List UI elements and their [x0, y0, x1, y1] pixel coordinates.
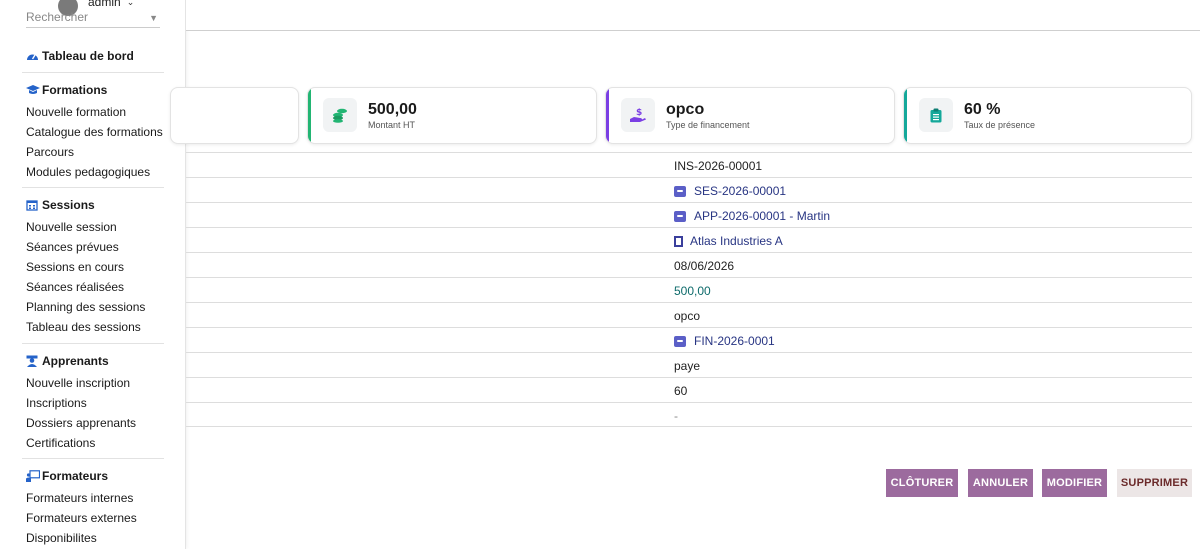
search-placeholder: Rechercher — [26, 10, 89, 24]
section-title: Formateurs — [42, 469, 109, 483]
cancel-button[interactable]: ANNULER — [968, 469, 1033, 497]
detail-value: 500,00 — [674, 284, 711, 298]
divider — [22, 343, 164, 344]
dashboard-icon — [26, 50, 39, 62]
apprenant-link[interactable]: APP-2026-00001 - Martin — [674, 209, 830, 223]
record-icon — [674, 335, 686, 347]
sidebar-item-sessions-en-cours[interactable]: Sessions en cours — [26, 260, 124, 274]
sidebar-item-catalogue-formations[interactable]: Catalogue des formations — [26, 125, 163, 139]
sidebar-section-formateurs: Formateurs — [26, 469, 108, 483]
sidebar-item-disponibilites[interactable]: Disponibilites — [26, 531, 97, 545]
divider — [22, 187, 164, 188]
table-row: opco — [186, 302, 1192, 327]
chevron-down-icon: ⌄ — [126, 0, 135, 7]
table-row: SES-2026-00001 — [186, 177, 1192, 202]
table-row: APP-2026-00001 - Martin — [186, 202, 1192, 227]
card-label: Taux de présence — [964, 120, 1036, 130]
detail-value: opco — [674, 309, 701, 323]
record-icon — [674, 185, 686, 197]
top-bar — [186, 0, 1200, 31]
user-name: admin — [88, 0, 121, 9]
divider — [22, 72, 164, 73]
close-button[interactable]: CLÔTURER — [886, 469, 958, 497]
sidebar: admin ⌄ Rechercher ▼ Tableau de bord For… — [0, 0, 186, 549]
student-icon — [26, 355, 39, 367]
hand-money-icon: $ — [621, 98, 655, 132]
edit-button[interactable]: MODIFIER — [1042, 469, 1107, 497]
card-label: Type de financement — [666, 120, 750, 130]
sidebar-item-inscriptions[interactable]: Inscriptions — [26, 396, 87, 410]
detail-value: 60 — [674, 384, 688, 398]
sidebar-item-planning-sessions[interactable]: Planning des sessions — [26, 300, 145, 314]
search-select[interactable]: Rechercher ▼ — [26, 10, 160, 28]
sidebar-section-formations: Formations — [26, 83, 107, 97]
sidebar-item-dossiers-apprenants[interactable]: Dossiers apprenants — [26, 416, 136, 430]
card-value: 60 % — [964, 101, 1001, 118]
table-row: 60 — [186, 377, 1192, 402]
card-accent-bar — [308, 88, 311, 143]
section-title: Sessions — [42, 198, 95, 212]
card-accent-bar — [904, 88, 907, 143]
sidebar-section-sessions: Sessions — [26, 198, 95, 212]
sidebar-item-formateurs-externes[interactable]: Formateurs externes — [26, 511, 137, 525]
sidebar-item-modules-pedagogiques[interactable]: Modules pedagogiques — [26, 165, 150, 179]
sidebar-label: Tableau de bord — [42, 49, 134, 63]
coins-icon — [323, 98, 357, 132]
table-row: 08/06/2026 — [186, 252, 1192, 277]
sidebar-item-nouvelle-inscription[interactable]: Nouvelle inscription — [26, 376, 130, 390]
caret-down-icon: ▼ — [149, 13, 158, 23]
table-row: Atlas Industries A — [186, 227, 1192, 252]
table-row: paye — [186, 352, 1192, 377]
sidebar-item-seances-realisees[interactable]: Séances réalisées — [26, 280, 124, 294]
stat-card-financing: $ opco Type de financement — [605, 87, 895, 144]
teacher-board-icon — [26, 470, 41, 482]
user-menu[interactable]: admin ⌄ — [58, 0, 135, 16]
stat-card-attendance: 60 % Taux de présence — [903, 87, 1192, 144]
card-value: opco — [666, 101, 705, 118]
stat-card-partial — [170, 87, 299, 144]
sidebar-item-certifications[interactable]: Certifications — [26, 436, 95, 450]
building-icon — [674, 235, 683, 247]
detail-value: INS-2026-00001 — [674, 159, 763, 173]
card-value: 500,00 — [368, 101, 417, 118]
card-label: Montant HT — [368, 120, 416, 130]
sidebar-item-formateurs-internes[interactable]: Formateurs internes — [26, 491, 133, 505]
table-row: FIN-2026-0001 — [186, 327, 1192, 352]
clipboard-icon — [919, 98, 953, 132]
section-title: Apprenants — [42, 354, 109, 368]
sidebar-item-nouvelle-session[interactable]: Nouvelle session — [26, 220, 117, 234]
detail-value: - — [674, 409, 678, 423]
financing-link[interactable]: FIN-2026-0001 — [674, 334, 775, 348]
sidebar-section-apprenants: Apprenants — [26, 354, 109, 368]
record-icon — [674, 210, 686, 222]
sidebar-item-dashboard[interactable]: Tableau de bord — [26, 49, 134, 63]
svg-text:$: $ — [636, 108, 642, 118]
sidebar-item-tableau-sessions[interactable]: Tableau des sessions — [26, 320, 141, 334]
sidebar-item-seances-prevues[interactable]: Séances prévues — [26, 240, 119, 254]
table-row: 500,00 — [186, 277, 1192, 302]
detail-value: paye — [674, 359, 701, 373]
graduation-cap-icon — [26, 84, 40, 96]
company-link[interactable]: Atlas Industries A — [674, 234, 783, 248]
details-table: INS-2026-00001 SES-2026-00001 APP-2026-0… — [186, 152, 1192, 427]
divider — [22, 458, 164, 459]
card-accent-bar — [606, 88, 609, 143]
sidebar-item-parcours[interactable]: Parcours — [26, 145, 74, 159]
delete-button[interactable]: SUPPRIMER — [1117, 469, 1192, 497]
section-title: Formations — [42, 83, 108, 97]
sidebar-item-nouvelle-formation[interactable]: Nouvelle formation — [26, 105, 126, 119]
table-row: - — [186, 402, 1192, 427]
stat-card-amount: 500,00 Montant HT — [307, 87, 597, 144]
table-row: INS-2026-00001 — [186, 152, 1192, 177]
detail-value: 08/06/2026 — [674, 259, 735, 273]
session-link[interactable]: SES-2026-00001 — [674, 184, 786, 198]
calendar-icon — [26, 199, 39, 211]
